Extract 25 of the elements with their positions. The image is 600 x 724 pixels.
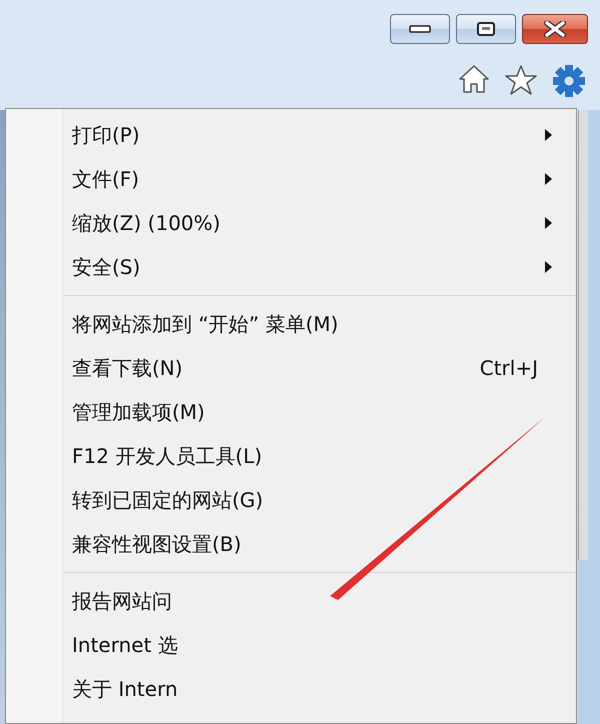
scrollbar[interactable] xyxy=(578,110,588,560)
menu-item[interactable]: 管理加载项(M) xyxy=(6,390,576,434)
star-icon xyxy=(504,64,538,96)
menu-item[interactable]: 关于 Intern xyxy=(6,667,576,711)
settings-button[interactable] xyxy=(552,64,586,98)
menu-item[interactable]: 兼容性视图设置(B) xyxy=(6,522,576,566)
menu-item[interactable]: 转到已固定的网站(G) xyxy=(6,478,576,522)
menu-item[interactable]: 报告网站问 xyxy=(6,579,576,623)
minimize-icon xyxy=(409,25,431,33)
menu-item[interactable]: 缩放(Z) (100%) xyxy=(6,201,576,245)
menu-item[interactable]: 打印(P) xyxy=(6,113,576,157)
shortcut-label: Ctrl+J xyxy=(480,356,538,380)
menu-item[interactable]: F12 开发人员工具(L) xyxy=(6,434,576,478)
settings-icon xyxy=(552,64,586,98)
menu-item[interactable]: Internet 选 xyxy=(6,623,576,667)
maximize-icon xyxy=(477,22,495,36)
maximize-button[interactable] xyxy=(456,14,516,44)
home-icon xyxy=(458,64,490,94)
close-icon xyxy=(544,21,566,37)
minimize-button[interactable] xyxy=(390,14,450,44)
close-button[interactable] xyxy=(522,14,588,44)
menu-item[interactable]: 将网站添加到 “开始” 菜单(M) xyxy=(6,302,576,346)
menu-item[interactable]: 安全(S) xyxy=(6,245,576,289)
menu-item[interactable]: 查看下载(N) Ctrl+J xyxy=(6,346,576,390)
menu-item[interactable]: 文件(F) xyxy=(6,157,576,201)
